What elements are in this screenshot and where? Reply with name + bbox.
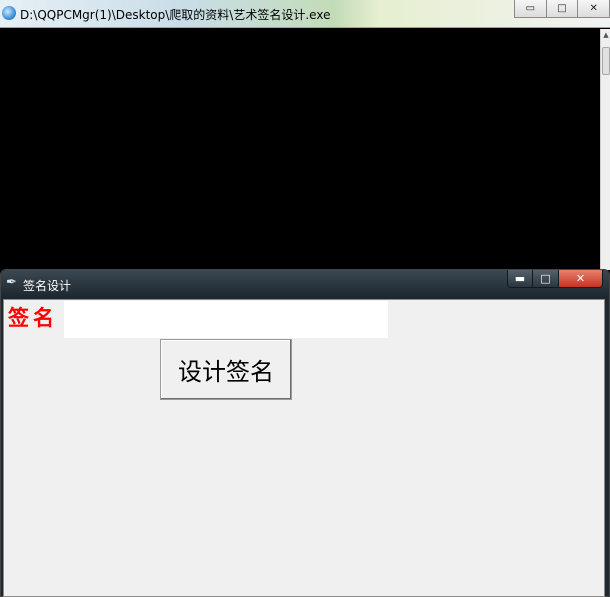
maximize-icon: □ bbox=[557, 3, 567, 14]
tk-window-title: 签名设计 bbox=[23, 279, 72, 293]
signature-design-window: ✒ 签名设计 ▬ □ ✕ 签名 设计签名 bbox=[0, 269, 610, 597]
minimize-icon: ▭ bbox=[525, 3, 536, 14]
scroll-thumb[interactable] bbox=[602, 47, 610, 75]
maximize-button[interactable]: □ bbox=[546, 0, 579, 18]
signature-label: 签名 bbox=[8, 305, 58, 330]
close-icon: ✕ bbox=[575, 272, 586, 285]
tk-client-area: 签名 设计签名 bbox=[3, 299, 605, 597]
design-signature-button[interactable]: 设计签名 bbox=[160, 339, 292, 400]
console-titlebar[interactable]: D:\QQPCMgr(1)\Desktop\爬取的资料\艺术签名设计.exe ▭… bbox=[0, 0, 610, 28]
app-globe-icon bbox=[2, 6, 16, 20]
console-window-controls: ▭ □ ✕ bbox=[514, 0, 610, 18]
close-button[interactable]: ✕ bbox=[578, 0, 610, 18]
minimize-icon: ▬ bbox=[514, 272, 526, 285]
console-title: D:\QQPCMgr(1)\Desktop\爬取的资料\艺术签名设计.exe bbox=[20, 8, 331, 22]
tk-titlebar[interactable]: ✒ 签名设计 ▬ □ ✕ bbox=[1, 270, 609, 298]
close-icon: ✕ bbox=[589, 3, 598, 14]
console-scrollbar[interactable]: ▲ bbox=[600, 29, 610, 270]
scroll-up-arrow-icon[interactable]: ▲ bbox=[602, 31, 610, 39]
console-output-area bbox=[0, 29, 600, 270]
signature-input[interactable] bbox=[64, 301, 388, 338]
tk-maximize-button[interactable]: □ bbox=[533, 270, 559, 288]
maximize-icon: □ bbox=[540, 272, 551, 285]
tk-close-button[interactable]: ✕ bbox=[559, 270, 603, 288]
minimize-button[interactable]: ▭ bbox=[514, 0, 547, 18]
tk-minimize-button[interactable]: ▬ bbox=[507, 270, 533, 288]
tk-window-controls: ▬ □ ✕ bbox=[507, 270, 603, 288]
feather-icon: ✒ bbox=[6, 275, 17, 290]
